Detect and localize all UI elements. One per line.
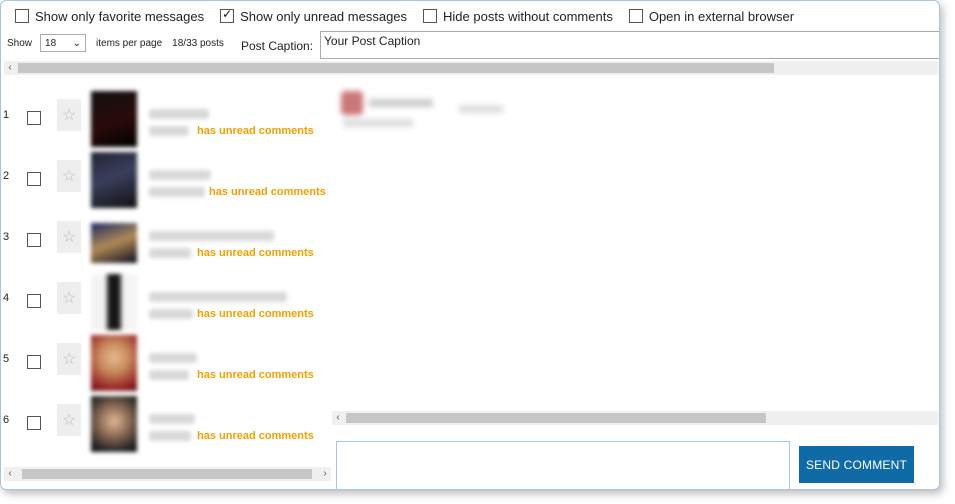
post-meta-blurred [149, 126, 189, 136]
favorite-label: Show only favorite messages [35, 8, 205, 24]
post-thumbnail[interactable] [91, 91, 137, 147]
post-title-blurred [149, 414, 195, 424]
row-checkbox[interactable] [27, 172, 41, 186]
row-number: 5 [3, 353, 10, 365]
filter-bar: Show only favorite messages Show only un… [15, 7, 810, 25]
filter-hide-no-comments[interactable]: Hide posts without comments [423, 9, 613, 24]
filter-favorite[interactable]: Show only favorite messages [15, 9, 204, 24]
list-scrollbar[interactable]: ‹ › [4, 467, 331, 481]
post-title-blurred [149, 231, 274, 241]
caption-input[interactable]: Your Post Caption [320, 31, 939, 59]
scroll-right-icon[interactable]: › [319, 467, 331, 481]
per-page-value: 18 [45, 37, 57, 49]
row-checkbox[interactable] [27, 111, 41, 125]
post-meta-blurred [149, 431, 191, 441]
star-icon[interactable]: ☆ [57, 343, 81, 375]
external-browser-label: Open in external browser [648, 8, 795, 24]
post-meta-blurred [149, 309, 193, 319]
filter-external-browser[interactable]: Open in external browser [628, 8, 795, 24]
comment-input[interactable] [336, 441, 790, 489]
hide-no-comments-checkbox[interactable] [423, 9, 438, 23]
post-thumbnail[interactable] [91, 274, 137, 330]
row-number: 6 [3, 414, 10, 426]
star-icon[interactable]: ☆ [57, 282, 81, 314]
list-item[interactable]: 3 ☆ has unread comments [1, 213, 331, 273]
comment-preview-blurred [339, 89, 519, 133]
unread-status: has unread comments [197, 430, 314, 442]
per-page-label: items per page [96, 37, 163, 49]
unread-status: has unread comments [197, 247, 314, 259]
post-thumbnail[interactable] [91, 223, 137, 263]
chevron-down-icon: ⌄ [72, 37, 82, 49]
list-item[interactable]: 5 ☆ has unread comments [1, 335, 331, 395]
post-meta-blurred [149, 370, 189, 380]
list-item[interactable]: 4 ☆ has unread comments [1, 274, 331, 334]
list-item[interactable]: 2 ☆ has unread comments [1, 152, 331, 212]
top-scrollbar[interactable]: ‹ [4, 61, 938, 75]
row-number: 4 [3, 292, 10, 304]
scroll-thumb[interactable] [22, 469, 312, 479]
unread-status: has unread comments [197, 308, 314, 320]
scroll-thumb[interactable] [18, 63, 774, 73]
row-checkbox[interactable] [27, 355, 41, 369]
comments-scrollbar[interactable]: ‹ [332, 411, 938, 425]
unread-status: has unread comments [209, 186, 326, 198]
star-icon[interactable]: ☆ [57, 99, 81, 131]
scroll-left-icon[interactable]: ‹ [4, 61, 16, 75]
list-item[interactable]: 6 ☆ has unread comments [1, 396, 331, 456]
external-browser-checkbox[interactable] [628, 9, 643, 23]
post-thumbnail[interactable] [91, 396, 137, 452]
star-icon[interactable]: ☆ [57, 221, 81, 253]
send-comment-button[interactable]: SEND COMMENT [799, 446, 914, 483]
hide-no-comments-label: Hide posts without comments [443, 8, 613, 24]
post-meta-blurred [149, 187, 205, 197]
post-count: 18/33 posts [172, 37, 224, 49]
unread-status: has unread comments [197, 369, 314, 381]
post-title-blurred [149, 170, 211, 180]
scroll-left-icon[interactable]: ‹ [4, 467, 16, 481]
post-title-blurred [149, 353, 197, 363]
post-meta-blurred [149, 248, 191, 258]
row-checkbox[interactable] [27, 233, 41, 247]
list-item[interactable]: 1 ☆ has unread comments [1, 91, 331, 151]
row-number: 3 [3, 231, 10, 243]
post-title-blurred [149, 109, 209, 119]
scroll-thumb[interactable] [346, 413, 766, 423]
filter-unread[interactable]: Show only unread messages [220, 7, 408, 24]
app-window: Show only favorite messages Show only un… [0, 0, 940, 490]
caption-label: Post Caption: [241, 39, 314, 53]
unread-label: Show only unread messages [240, 8, 408, 24]
row-number: 2 [3, 170, 10, 182]
unread-status: has unread comments [197, 125, 314, 137]
post-title-blurred [149, 292, 287, 302]
unread-checkbox[interactable] [220, 7, 235, 23]
star-icon[interactable]: ☆ [57, 160, 81, 192]
pager-bar: Show 18 ⌄ items per page 18/33 posts [7, 34, 224, 52]
row-number: 1 [3, 109, 10, 121]
star-icon[interactable]: ☆ [57, 404, 81, 436]
post-thumbnail[interactable] [91, 335, 137, 391]
row-checkbox[interactable] [27, 294, 41, 308]
scroll-left-icon[interactable]: ‹ [332, 411, 344, 425]
post-thumbnail[interactable] [91, 152, 137, 208]
row-checkbox[interactable] [27, 416, 41, 430]
show-label: Show [7, 37, 33, 49]
favorite-checkbox[interactable] [15, 9, 29, 23]
per-page-select[interactable]: 18 ⌄ [40, 34, 87, 52]
